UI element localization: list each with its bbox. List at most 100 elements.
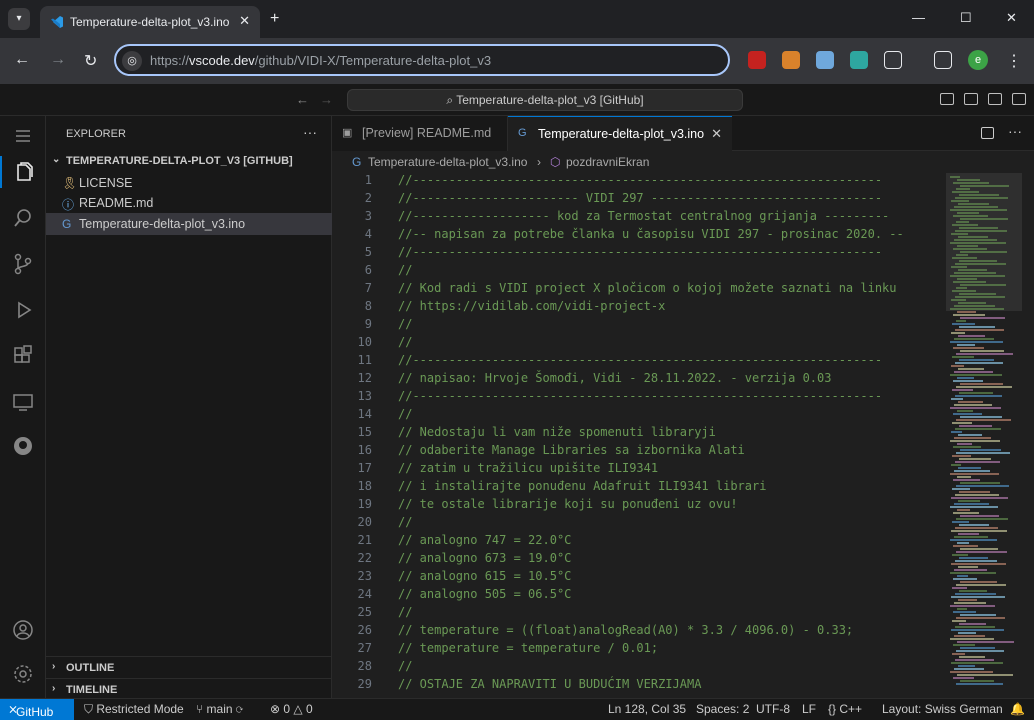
code-line[interactable]: // (398, 335, 412, 349)
extensions-puzzle-icon[interactable] (884, 51, 902, 69)
accounts-icon[interactable] (9, 616, 37, 644)
editor-more-actions-icon[interactable]: ··· (1008, 123, 1022, 139)
split-editor-icon[interactable] (981, 127, 994, 139)
code-line[interactable]: // Nedostaju li vam niže spomenuti libra… (398, 425, 716, 439)
file-ino[interactable]: G Temperature-delta-plot_v3.ino (46, 213, 332, 235)
notifications-bell-icon[interactable]: 🔔 (1010, 702, 1025, 716)
restricted-mode[interactable]: ⛉ Restricted Mode (84, 702, 184, 717)
code-line[interactable]: // odaberite Manage Libraries sa izborni… (398, 443, 745, 457)
breadcrumb-file[interactable]: Temperature-delta-plot_v3.ino (368, 155, 527, 169)
cursor-position[interactable]: Ln 128, Col 35 (608, 702, 686, 716)
code-line[interactable]: // analogno 747 = 22.0°C (398, 533, 571, 547)
minimap[interactable] (946, 173, 1022, 698)
command-center[interactable]: ⌕ Temperature-delta-plot_v3 [GitHub] (347, 89, 743, 111)
more-actions-icon[interactable]: ··· (303, 124, 317, 140)
menu-icon[interactable] (9, 122, 37, 150)
go-back-icon[interactable]: ← (296, 92, 309, 107)
code-line[interactable]: // temperature = ((float)analogRead(A0) … (398, 623, 853, 637)
extensions-icon[interactable] (9, 342, 37, 370)
code-line[interactable]: // (398, 317, 412, 331)
remote-indicator[interactable]: ⨯ GitHub (0, 699, 74, 720)
explorer-icon[interactable] (9, 158, 37, 186)
end-of-line[interactable]: LF (802, 702, 816, 716)
close-editor-icon[interactable]: ✕ (711, 126, 722, 142)
code-line[interactable]: // (398, 605, 412, 619)
minimap-line (954, 536, 988, 538)
reload-icon[interactable]: ↻ (84, 51, 97, 71)
branch-indicator[interactable]: ⑂ main ⟳ (196, 702, 243, 716)
breadcrumb-symbol[interactable]: pozdravniEkran (566, 155, 649, 169)
code-line[interactable]: //------------------- kod za Termostat c… (398, 209, 889, 223)
indentation[interactable]: Spaces: 2 (696, 702, 749, 716)
profile-avatar[interactable]: e (968, 50, 988, 70)
code-line[interactable]: // (398, 263, 412, 277)
code-line-link[interactable]: // https://vidilab.com/vidi-project-x (398, 299, 665, 313)
code-line[interactable]: // te ostale librarije koji su ponuđeni … (398, 497, 738, 511)
tab-readme-preview[interactable]: ▣ [Preview] README.md (332, 116, 508, 151)
address-bar[interactable]: ◎ https://vscode.dev/github/VIDI-X/Tempe… (114, 44, 730, 76)
code-line[interactable]: // (398, 515, 412, 529)
extension-icon[interactable] (850, 51, 868, 69)
code-line[interactable]: // i instalirajte ponuđenu Adafruit ILI9… (398, 479, 766, 493)
code-line[interactable]: //-- napisan za potrebe članka u časopis… (398, 227, 904, 241)
customize-layout-icon[interactable] (1012, 93, 1026, 105)
code-line[interactable]: // Kod radi s VIDI project X pločicom o … (398, 281, 897, 295)
minimap-line (959, 392, 993, 394)
source-control-icon[interactable] (9, 250, 37, 278)
code-line[interactable]: // zatim u tražilicu upišite ILI9341 (398, 461, 658, 475)
github-icon[interactable] (9, 432, 37, 460)
go-forward-icon[interactable]: → (320, 92, 333, 107)
code-line[interactable]: //--------------------------------------… (398, 245, 882, 259)
code-line[interactable]: //--------------------------------------… (398, 353, 882, 367)
encoding[interactable]: UTF-8 (756, 702, 790, 716)
extension-icon[interactable] (782, 51, 800, 69)
code-line[interactable]: // analogno 505 = 06.5°C (398, 587, 571, 601)
code-line[interactable]: // OSTAJE ZA NAPRAVITI U BUDUĆIM VERZIJA… (398, 677, 701, 691)
code-line[interactable]: //--------------------------------------… (398, 389, 882, 403)
code-line[interactable]: //--------------------------------------… (398, 173, 882, 187)
search-icon[interactable] (9, 204, 37, 232)
file-license[interactable]: 🎗 LICENSE (46, 172, 332, 194)
forward-icon[interactable]: → (50, 51, 66, 69)
code-line[interactable]: // analogno 615 = 10.5°C (398, 569, 571, 583)
maximize-icon[interactable]: ☐ (960, 10, 972, 26)
line-number: 28 (357, 659, 372, 673)
close-tab-icon[interactable]: ✕ (239, 13, 250, 29)
browser-tab[interactable]: Temperature-delta-plot_v3.ino ✕ (40, 6, 260, 38)
code-line[interactable]: // (398, 659, 412, 673)
code-view[interactable]: 1 //-------------------------------------… (332, 173, 942, 698)
outline-section-header[interactable]: › OUTLINE (46, 657, 332, 679)
minimize-icon[interactable]: — (912, 10, 925, 25)
code-line[interactable]: // napisao: Hrvoje Šomođi, Vidi - 28.11.… (398, 371, 831, 385)
code-line[interactable]: // analogno 673 = 19.0°C (398, 551, 571, 565)
side-panel-icon[interactable] (934, 51, 952, 69)
keyboard-layout[interactable]: Layout: Swiss German (882, 702, 1003, 716)
code-line[interactable]: // (398, 407, 412, 421)
vertical-scrollbar[interactable] (1024, 173, 1034, 698)
explorer-sidebar: EXPLORER ··· ⌄ TEMPERATURE-DELTA-PLOT_V3… (46, 116, 332, 698)
site-info-icon[interactable]: ◎ (122, 51, 142, 71)
browser-menu-icon[interactable]: ⋮ (1006, 51, 1022, 71)
new-tab-icon[interactable]: + (270, 10, 279, 28)
minimap-line (955, 428, 1001, 430)
repo-section-header[interactable]: ⌄ TEMPERATURE-DELTA-PLOT_V3 [GITHUB] (46, 150, 332, 172)
settings-gear-icon[interactable] (9, 660, 37, 688)
toggle-panel-icon[interactable] (964, 93, 978, 105)
url-text[interactable]: https://vscode.dev/github/VIDI-X/Tempera… (150, 53, 491, 68)
language-mode[interactable]: {} C++ (828, 702, 862, 716)
run-debug-icon[interactable] (9, 296, 37, 324)
toggle-secondary-sidebar-icon[interactable] (988, 93, 1002, 105)
back-icon[interactable]: ← (14, 51, 30, 69)
close-window-icon[interactable]: ✕ (1006, 10, 1017, 26)
tab-ino-file[interactable]: G Temperature-delta-plot_v3.ino ✕ (508, 116, 732, 151)
toggle-sidebar-icon[interactable] (940, 93, 954, 105)
extension-icon[interactable] (816, 51, 834, 69)
tab-search-icon[interactable]: ▾ (8, 8, 30, 30)
minimap-line (959, 293, 996, 295)
file-readme[interactable]: ⓘ README.md (46, 192, 332, 214)
problems-indicator[interactable]: ⊗ 0 △ 0 (270, 702, 313, 716)
extension-ublock-icon[interactable] (748, 51, 766, 69)
remote-explorer-icon[interactable] (9, 388, 37, 416)
code-line[interactable]: // temperature = temperature / 0.01; (398, 641, 658, 655)
code-line[interactable]: //----------------------- VIDI 297 -----… (398, 191, 882, 205)
